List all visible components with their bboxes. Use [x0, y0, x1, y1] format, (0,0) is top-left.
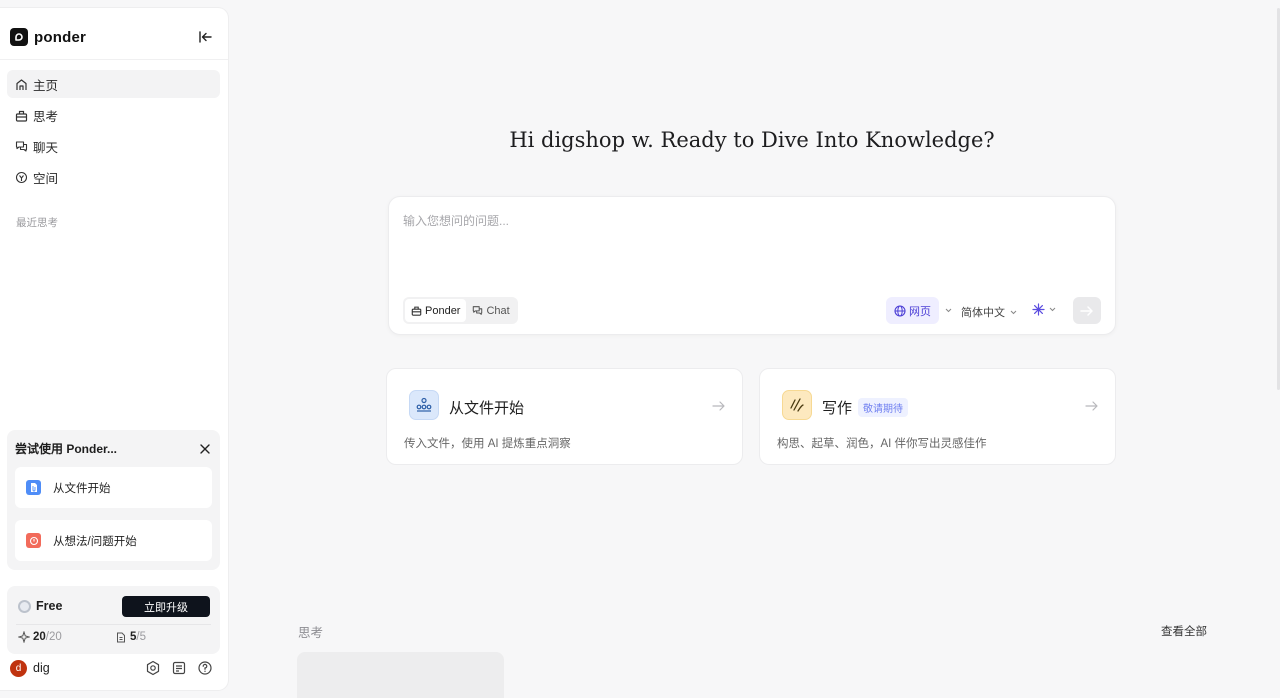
feature-writing[interactable]: 写作 敬请期待 构思、起草、润色，AI 伴你写出灵感佳作: [759, 368, 1116, 465]
arrow-right-icon: [712, 401, 725, 411]
sidebar-item-chat[interactable]: 聊天: [7, 132, 220, 160]
feature-description: 构思、起草、润色，AI 伴你写出灵感佳作: [777, 438, 987, 450]
sparkle-icon: [18, 631, 30, 643]
settings-icon[interactable]: [145, 660, 161, 676]
language-label: 简体中文: [961, 307, 1005, 319]
sidebar-item-label: 聊天: [33, 140, 59, 155]
logo[interactable]: ponder: [10, 20, 215, 54]
mode-chat-button[interactable]: Chat: [466, 299, 515, 322]
idea-icon: [26, 533, 41, 548]
language-select[interactable]: 简体中文: [961, 304, 1017, 320]
mode-label: Ponder: [425, 304, 461, 317]
upgrade-button[interactable]: 立即升级: [122, 596, 210, 617]
sidebar-item-label: 主页: [33, 78, 59, 93]
user-actions: [145, 660, 213, 676]
globe-icon: [894, 304, 906, 317]
mode-ponder-button[interactable]: Ponder: [405, 299, 467, 322]
try-panel-title: 尝试使用 Ponder...: [15, 442, 118, 456]
view-all-link[interactable]: 查看全部: [1161, 623, 1207, 639]
ponder-icon: [15, 110, 28, 122]
feature-title: 从文件开始: [449, 400, 525, 417]
sidebar-divider: [0, 59, 228, 60]
chat-icon: [15, 140, 28, 152]
help-icon[interactable]: [197, 660, 213, 676]
plan-badge-icon: [18, 599, 31, 613]
plan-label: Free: [36, 599, 63, 613]
docs-total: /5: [136, 631, 146, 643]
thoughts-section-title: 思考: [298, 626, 324, 640]
greeting-title: Hi digshop w. Ready to Dive Into Knowled…: [509, 128, 995, 152]
sidebar-item-label: 空间: [33, 171, 59, 186]
files-icon: [409, 390, 439, 420]
thought-card[interactable]: [297, 652, 504, 698]
web-search-toggle[interactable]: 网页: [886, 297, 939, 324]
plan-panel: Free 立即升级 20/20 5/5: [7, 586, 220, 654]
sidebar: ponder 主页 思考 聊天 空间 最近思考 尝试使用 Ponder... 从…: [0, 8, 228, 690]
try-start-from-file[interactable]: 从文件开始: [15, 467, 212, 508]
try-item-label: 从想法/问题开始: [53, 535, 137, 548]
sidebar-item-space[interactable]: 空间: [7, 163, 220, 191]
avatar[interactable]: d: [10, 659, 27, 677]
mode-toggle: Ponder Chat: [403, 297, 518, 324]
home-icon: [16, 78, 27, 90]
web-label: 网页: [909, 305, 931, 318]
model-select[interactable]: [1032, 303, 1056, 316]
coming-soon-badge: 敬请期待: [858, 398, 909, 417]
sidebar-item-home[interactable]: 主页: [7, 70, 220, 98]
ponder-logo-icon: [10, 28, 28, 46]
arrow-right-icon: [1080, 305, 1093, 316]
writing-icon: [782, 390, 812, 420]
feature-title-text: 写作: [822, 400, 853, 417]
plan-divider: [16, 624, 211, 625]
try-ponder-panel: 尝试使用 Ponder... 从文件开始 从想法/问题开始: [7, 430, 220, 570]
ponder-icon: [411, 306, 422, 316]
question-input-box: Ponder Chat 网页 简体中文: [388, 196, 1116, 335]
question-input[interactable]: [403, 212, 1093, 272]
collapse-sidebar-icon[interactable]: [197, 29, 215, 45]
feature-title: 写作 敬请期待: [822, 397, 909, 418]
close-icon[interactable]: [200, 441, 210, 459]
mode-label: Chat: [486, 304, 510, 317]
file-icon: [26, 480, 41, 495]
arrow-right-icon: [1085, 401, 1098, 411]
chevron-down-icon: [1049, 307, 1056, 312]
app-name: ponder: [34, 28, 87, 46]
feature-start-from-file[interactable]: 从文件开始 传入文件，使用 AI 提炼重点洞察: [386, 368, 743, 465]
docs-quota: 5/5: [116, 631, 146, 643]
space-icon: [15, 171, 28, 183]
send-button[interactable]: [1073, 297, 1101, 324]
plan-name: Free: [18, 599, 62, 613]
notes-icon[interactable]: [171, 660, 187, 676]
credits-quota: 20/20: [18, 631, 62, 643]
model-spark-icon: [1032, 303, 1045, 316]
feature-description: 传入文件，使用 AI 提炼重点洞察: [404, 438, 571, 450]
try-start-from-idea[interactable]: 从想法/问题开始: [15, 520, 212, 561]
chevron-down-icon[interactable]: [945, 308, 952, 313]
chat-icon: [473, 306, 483, 315]
chevron-down-icon: [1010, 310, 1017, 314]
try-item-label: 从文件开始: [53, 482, 111, 495]
user-name[interactable]: dig: [33, 661, 50, 675]
credits-used: 20: [33, 631, 46, 643]
document-icon: [117, 632, 125, 642]
sidebar-item-ponder[interactable]: 思考: [7, 101, 220, 129]
sidebar-item-label: 思考: [33, 109, 59, 124]
sidebar-nav: 主页 思考 聊天 空间: [7, 70, 220, 194]
credits-total: /20: [45, 631, 62, 643]
user-row: d dig: [10, 659, 215, 677]
recent-thoughts-label: 最近思考: [16, 217, 58, 229]
